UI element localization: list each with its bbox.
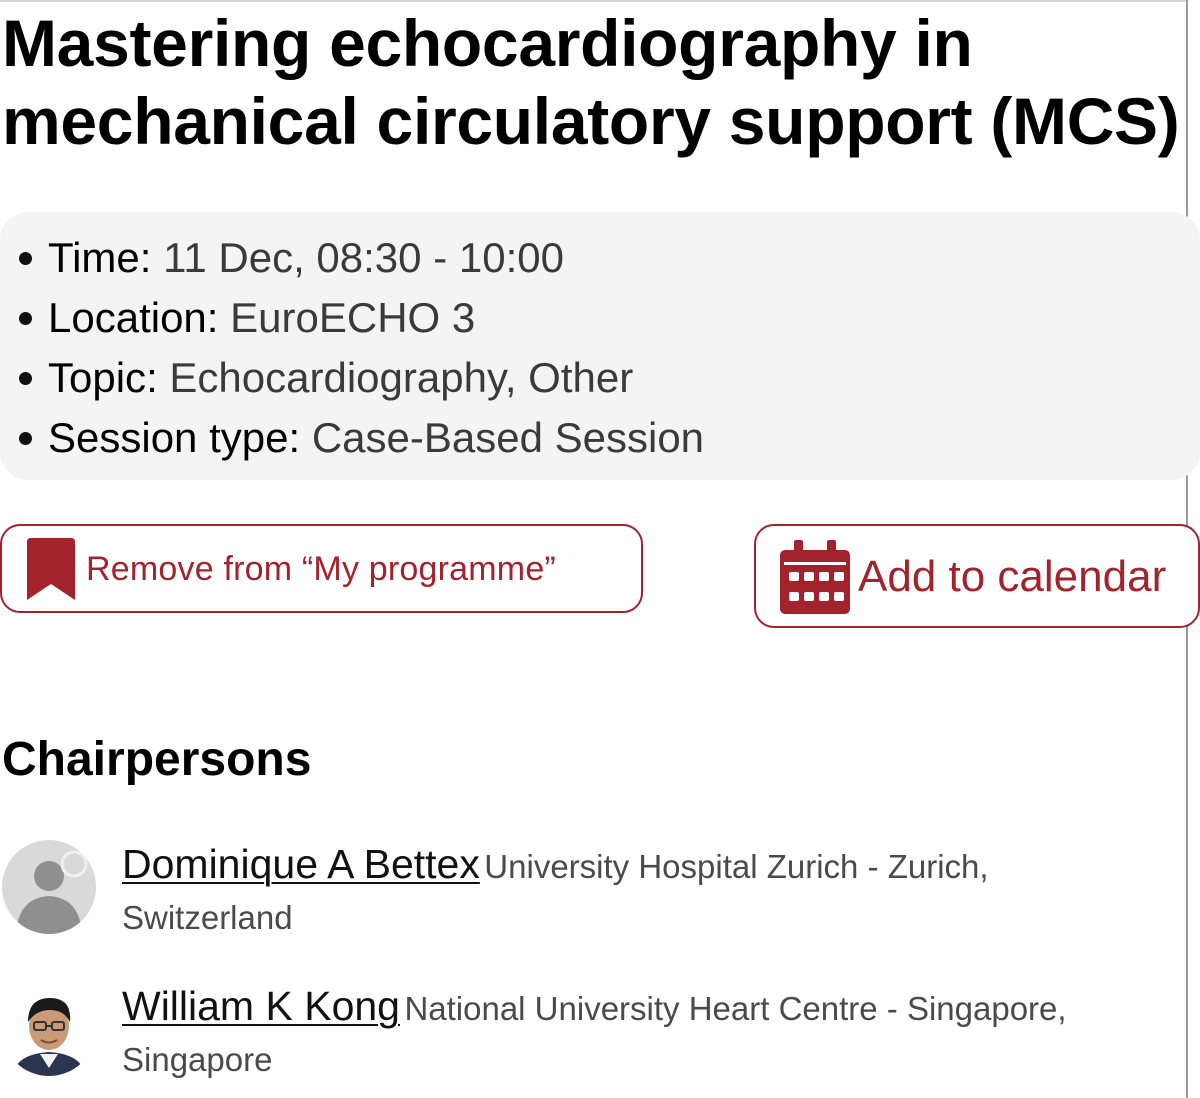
chairperson-name-link[interactable]: William K Kong	[122, 983, 400, 1029]
bullet-icon	[19, 372, 32, 385]
page-title: Mastering echocardiography in mechanical…	[2, 6, 1180, 158]
session-details-list: Time: 11 Dec, 08:30 - 10:00 Location: Eu…	[0, 228, 704, 468]
avatar-photo	[2, 982, 96, 1076]
chairperson-info: Dominique A Bettex University Hospital Z…	[122, 842, 1122, 947]
detail-label: Topic	[48, 354, 147, 401]
detail-value: Echocardiography, Other	[169, 354, 634, 401]
detail-label: Session type	[48, 414, 289, 461]
remove-from-programme-button[interactable]: Remove from “My programme”	[0, 524, 643, 613]
bullet-icon	[19, 432, 32, 445]
detail-location: Location: EuroECHO 3	[0, 288, 704, 348]
chairperson-name-link[interactable]: Dominique A Bettex	[122, 841, 480, 887]
detail-value: EuroECHO 3	[230, 294, 476, 341]
bullet-icon	[19, 252, 32, 265]
detail-session-type: Session type: Case-Based Session	[0, 408, 704, 468]
top-divider	[0, 0, 1188, 2]
bullet-icon	[19, 312, 32, 325]
detail-topic: Topic: Echocardiography, Other	[0, 348, 704, 408]
add-to-calendar-label: Add to calendar	[858, 552, 1167, 601]
calendar-icon	[780, 540, 850, 614]
detail-time: Time: 11 Dec, 08:30 - 10:00	[0, 228, 704, 288]
detail-value: Case-Based Session	[311, 414, 705, 461]
bookmark-icon	[27, 538, 75, 600]
chairpersons-heading: Chairpersons	[2, 733, 312, 786]
remove-from-programme-label: Remove from “My programme”	[86, 550, 556, 588]
detail-label: Time	[48, 234, 140, 281]
chairperson-info: William K Kong National University Heart…	[122, 984, 1122, 1089]
detail-label: Location	[48, 294, 207, 341]
add-to-calendar-button[interactable]: Add to calendar	[754, 524, 1200, 628]
avatar-placeholder	[2, 840, 96, 934]
detail-value: 11 Dec, 08:30 - 10:00	[163, 234, 564, 281]
